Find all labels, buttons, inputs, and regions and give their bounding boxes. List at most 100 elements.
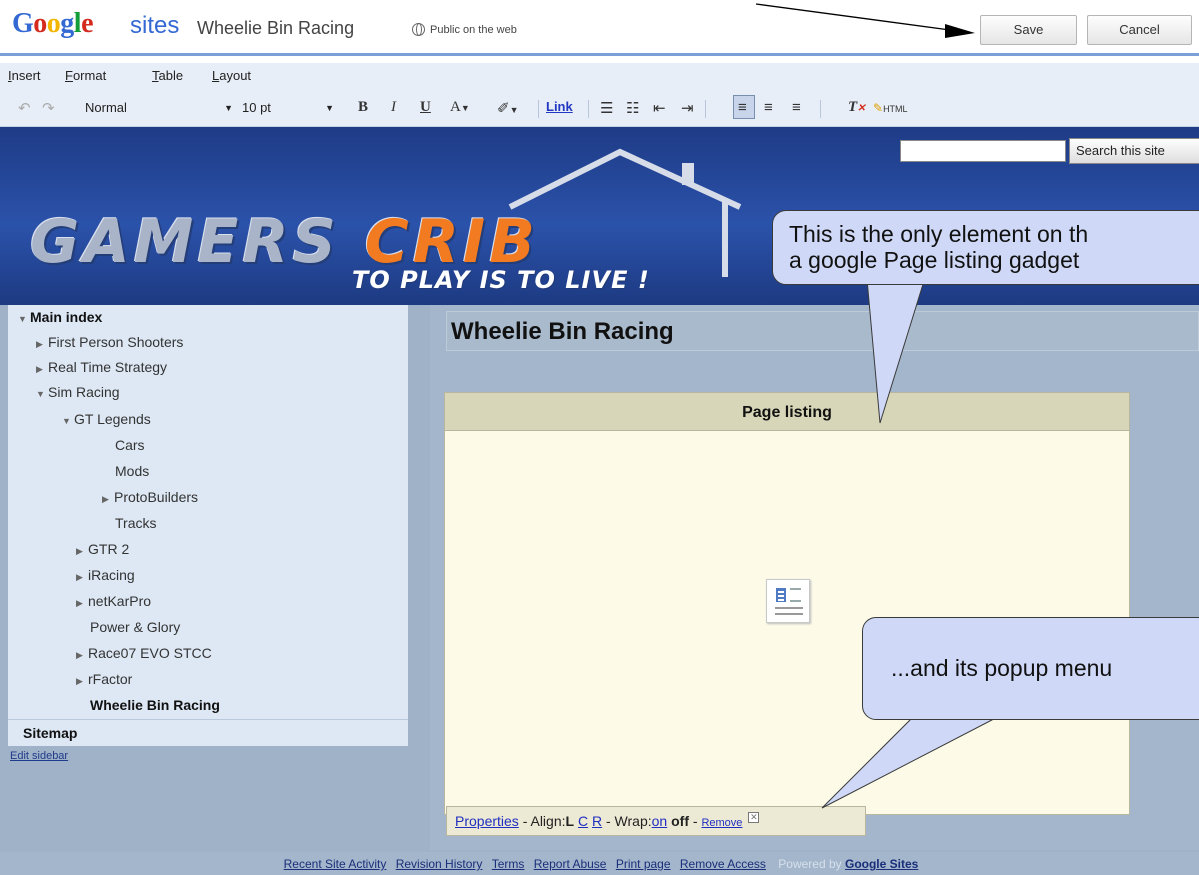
sidebar-item-race07-evo-stcc[interactable]: ▶ Race07 EVO STCC — [8, 641, 408, 666]
caret-right-icon[interactable]: ▶ — [76, 539, 88, 564]
text-color-icon[interactable]: A▼ — [450, 99, 470, 116]
caret-right-icon[interactable]: ▶ — [36, 357, 48, 382]
menu-layout[interactable]: Layout — [212, 68, 251, 83]
banner-tagline: TO PLAY IS TO LIVE ! — [352, 266, 650, 294]
align-right-link[interactable]: R — [592, 813, 602, 829]
undo-icon[interactable]: ↶ — [18, 99, 31, 117]
sidebar-item-gtr-2[interactable]: ▶ GTR 2 — [8, 537, 408, 562]
sidebar-item-first-person-shooters[interactable]: ▶ First Person Shooters — [8, 330, 408, 355]
underline-icon[interactable]: U — [420, 99, 431, 116]
caret-right-icon[interactable]: ▶ — [76, 565, 88, 590]
menu-table[interactable]: Table — [152, 68, 183, 83]
sidebar-item-real-time-strategy[interactable]: ▶ Real Time Strategy — [8, 355, 408, 380]
menu-format[interactable]: Format — [65, 68, 106, 83]
formatting-toolbar: ↶ ↷ Normal ▼ 10 pt ▼ B I U A▼ ✐▼ Link ☰ ☷ … — [0, 91, 1199, 127]
save-button[interactable]: Save — [980, 15, 1077, 45]
search-input[interactable] — [900, 140, 1066, 162]
edit-html-button[interactable]: ✎HTML — [873, 101, 908, 115]
sidebar-item-protobuilders[interactable]: ▶ ProtoBuilders — [8, 485, 408, 510]
align-center-link[interactable]: C — [578, 813, 588, 829]
caret-down-icon[interactable]: ▼ — [18, 307, 30, 332]
align-center-icon[interactable]: ≡ — [764, 99, 773, 116]
top-header: Google sites Wheelie Bin Racing Public o… — [0, 0, 1199, 56]
page-listing-icon — [766, 579, 810, 623]
gadget-callout: This is the only element on th a google … — [772, 210, 1199, 285]
wrap-label: - Wrap: — [606, 813, 652, 829]
chevron-down-icon: ▼ — [224, 103, 233, 113]
sidebar-item-gt-legends[interactable]: ▼ GT Legends — [8, 407, 408, 432]
sidebar-item-power-glory[interactable]: Power & Glory — [8, 615, 408, 640]
numbered-list-icon[interactable]: ☰ — [600, 99, 613, 117]
gadget-title: Page listing — [445, 393, 1129, 431]
google-sites-link[interactable]: Google Sites — [845, 857, 918, 871]
google-logo[interactable]: Google — [12, 8, 93, 40]
menu-insert[interactable]: Insert — [8, 68, 41, 83]
toolbar-divider — [820, 100, 821, 118]
pencil-icon: ✎ — [873, 101, 884, 115]
highlight-icon[interactable]: ✐▼ — [497, 99, 519, 117]
link-button[interactable]: Link — [546, 99, 573, 114]
italic-icon[interactable]: I — [391, 99, 396, 116]
chevron-down-icon: ▼ — [325, 103, 334, 113]
sidebar-main-index[interactable]: ▼ Main index — [8, 305, 408, 330]
sidebar-item-mods[interactable]: Mods — [8, 459, 408, 484]
style-select[interactable]: Normal ▼ — [85, 97, 233, 119]
menu-bar: Insert Format Table Layout — [0, 63, 1199, 91]
remove-link[interactable]: Remove — [701, 817, 742, 829]
footer-link-print-page[interactable]: Print page — [616, 857, 671, 871]
globe-icon — [412, 23, 425, 36]
sites-logo-label: sites — [130, 12, 180, 39]
footer: Recent Site Activity Revision History Te… — [0, 852, 1199, 875]
indent-less-icon[interactable]: ⇤ — [653, 99, 666, 117]
caret-right-icon[interactable]: ▶ — [102, 487, 114, 512]
caret-right-icon[interactable]: ▶ — [76, 591, 88, 616]
footer-link-report-abuse[interactable]: Report Abuse — [534, 857, 607, 871]
separator-dash: - — [692, 813, 698, 829]
caret-down-icon[interactable]: ▼ — [36, 382, 48, 407]
sidebar-item-tracks[interactable]: Tracks — [8, 511, 408, 536]
caret-right-icon[interactable]: ▶ — [76, 669, 88, 694]
page-title[interactable]: Wheelie Bin Racing — [446, 311, 1199, 351]
sidebar-item-sitemap[interactable]: Sitemap — [8, 719, 408, 746]
wrap-on-link[interactable]: on — [652, 813, 668, 829]
site-title[interactable]: Wheelie Bin Racing — [197, 18, 354, 39]
footer-link-recent-activity[interactable]: Recent Site Activity — [284, 857, 387, 871]
caret-right-icon[interactable]: ▶ — [76, 643, 88, 668]
close-icon[interactable]: ✕ — [748, 812, 760, 823]
bulleted-list-icon[interactable]: ☷ — [626, 99, 639, 117]
sidebar-item-cars[interactable]: Cars — [8, 433, 408, 458]
edit-sidebar-link[interactable]: Edit sidebar — [10, 750, 68, 762]
toolbar-divider — [588, 100, 589, 118]
sidebar-item-rfactor[interactable]: ▶ rFactor — [8, 667, 408, 692]
bold-icon[interactable]: B — [358, 99, 368, 116]
wrap-off-option: off — [671, 813, 689, 829]
properties-link[interactable]: Properties — [455, 813, 519, 829]
gadget-popup-menu: Properties - Align:L C R - Wrap:on off -… — [446, 806, 866, 836]
sidebar: ▼ Main index ▶ First Person Shooters ▶ Real… — [8, 305, 408, 746]
sidebar-item-netkarpro[interactable]: ▶ netKarPro — [8, 589, 408, 614]
align-left-option: L — [565, 813, 575, 829]
caret-right-icon[interactable]: ▶ — [36, 332, 48, 357]
visibility-label[interactable]: Public on the web — [430, 24, 517, 36]
indent-more-icon[interactable]: ⇥ — [681, 99, 694, 117]
sidebar-item-sim-racing[interactable]: ▼ Sim Racing — [8, 380, 408, 405]
popup-callout: ...and its popup menu — [862, 617, 1199, 720]
powered-by-label: Powered by — [778, 857, 842, 871]
toolbar-divider — [538, 100, 539, 118]
footer-link-terms[interactable]: Terms — [492, 857, 525, 871]
cancel-button[interactable]: Cancel — [1087, 15, 1192, 45]
sidebar-item-iracing[interactable]: ▶ iRacing — [8, 563, 408, 588]
page-listing-gadget[interactable]: Page listing — [444, 392, 1130, 815]
redo-icon[interactable]: ↷ — [42, 99, 55, 117]
remove-formatting-icon[interactable]: T✕ — [848, 99, 866, 116]
search-button[interactable]: Search this site — [1069, 138, 1199, 164]
toolbar-divider — [705, 100, 706, 118]
footer-link-revision-history[interactable]: Revision History — [396, 857, 483, 871]
sidebar-item-wheelie-bin-racing[interactable]: Wheelie Bin Racing — [8, 693, 408, 718]
align-left-icon[interactable]: ≡ — [738, 99, 747, 116]
align-right-icon[interactable]: ≡ — [792, 99, 801, 116]
font-size-select[interactable]: 10 pt ▼ — [242, 97, 334, 119]
footer-link-remove-access[interactable]: Remove Access — [680, 857, 766, 871]
gadget-callout-line2: a google Page listing gadget — [789, 247, 1080, 273]
caret-down-icon[interactable]: ▼ — [62, 409, 74, 434]
